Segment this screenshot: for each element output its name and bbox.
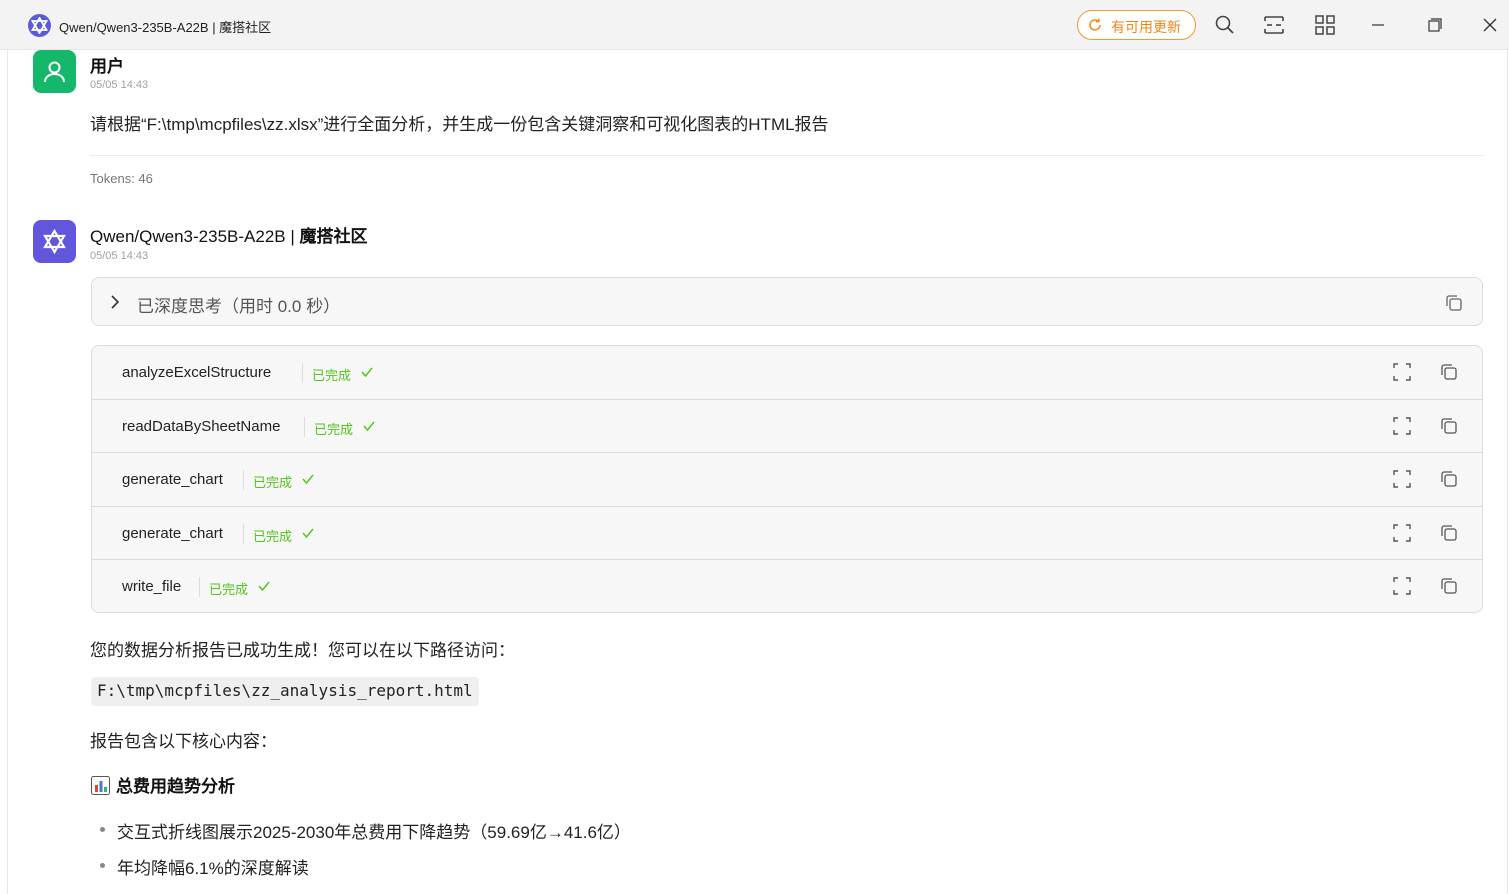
tool-call-row[interactable]: readDataBySheetName 已完成 [92, 400, 1482, 453]
close-icon[interactable] [1478, 13, 1502, 37]
layout-split-icon[interactable] [1263, 14, 1285, 36]
tool-name: write_file [122, 578, 182, 595]
tool-separator [302, 363, 303, 383]
user-message-time: 05/05 14:43 [90, 79, 149, 91]
copy-icon[interactable] [1439, 469, 1459, 489]
copy-icon[interactable] [1439, 523, 1459, 543]
bot-sender-name: Qwen/Qwen3-235B-A22B | 魔搭社区 [90, 222, 367, 247]
tool-separator [199, 577, 200, 597]
left-divider [7, 50, 8, 894]
tool-separator [243, 524, 244, 544]
user-sender-name: 用户 [90, 57, 124, 76]
answer-contents-label: 报告包含以下核心内容： [90, 732, 277, 751]
section-title: 总费用趋势分析 [116, 777, 235, 796]
answer-intro: 您的数据分析报告已成功生成！您可以在以下路径访问： [90, 641, 515, 660]
copy-icon[interactable] [1439, 362, 1459, 382]
message-divider [90, 155, 1484, 156]
app-logo-icon [28, 14, 51, 37]
copy-icon[interactable] [1439, 416, 1459, 436]
bullet-icon [100, 827, 105, 832]
copy-icon[interactable] [1444, 293, 1464, 313]
bot-org-name: 魔搭社区 [299, 227, 368, 246]
check-icon [302, 474, 314, 485]
tool-call-row[interactable]: analyzeExcelStructure 已完成 [92, 346, 1482, 400]
chevron-right-icon[interactable] [109, 294, 121, 310]
bot-model-name: Qwen/Qwen3-235B-A22B | [90, 227, 300, 246]
update-label: 有可用更新 [1111, 19, 1181, 35]
fullscreen-icon[interactable] [1392, 416, 1412, 436]
window-title: Qwen/Qwen3-235B-A22B | 魔搭社区 [59, 20, 272, 35]
thinking-label: 已深度思考（用时 0.0 秒） [137, 297, 341, 316]
tool-name: generate_chart [122, 525, 223, 542]
list-item: 交互式折线图展示2025-2030年总费用下降趋势（59.69亿→41.6亿） [117, 823, 631, 842]
title-bar: Qwen/Qwen3-235B-A22B | 魔搭社区 有可用更新 [0, 0, 1509, 50]
tool-status-label: 已完成 [209, 582, 249, 597]
thinking-panel[interactable]: 已深度思考（用时 0.0 秒） [91, 277, 1483, 326]
tool-separator [243, 470, 244, 490]
update-available-button[interactable]: 有可用更新 [1077, 10, 1196, 40]
tool-call-row[interactable]: generate_chart 已完成 [92, 507, 1482, 560]
report-path-code[interactable]: F:\tmp\mcpfiles\zz_analysis_report.html [91, 677, 479, 706]
qwen-avatar-icon [33, 220, 76, 263]
search-icon[interactable] [1214, 14, 1236, 36]
check-icon [302, 528, 314, 539]
tool-name: generate_chart [122, 471, 223, 488]
tool-call-row[interactable]: generate_chart 已完成 [92, 453, 1482, 507]
check-icon [363, 421, 375, 432]
bar-chart-icon [91, 776, 110, 795]
fullscreen-icon[interactable] [1392, 576, 1412, 596]
fullscreen-icon[interactable] [1392, 362, 1412, 382]
token-count: Tokens: 46 [90, 171, 153, 186]
tool-status-label: 已完成 [253, 529, 293, 544]
tool-status-label: 已完成 [253, 475, 293, 490]
tool-status-label: 已完成 [312, 368, 352, 383]
user-message-text: 请根据“F:\tmp\mcpfiles\zz.xlsx”进行全面分析，并生成一份… [90, 115, 829, 134]
bot-message-time: 05/05 14:43 [90, 250, 149, 262]
tool-status-label: 已完成 [314, 422, 354, 437]
tool-name: analyzeExcelStructure [122, 364, 272, 381]
list-item: 年均降幅6.1%的深度解读 [117, 859, 309, 878]
tool-call-row[interactable]: write_file 已完成 [92, 560, 1482, 612]
tool-calls-panel: analyzeExcelStructure 已完成 readDataBySheetN… [91, 345, 1483, 613]
user-avatar-icon [33, 50, 76, 93]
copy-icon[interactable] [1439, 576, 1459, 596]
tool-name: readDataBySheetName [122, 418, 281, 435]
fullscreen-icon[interactable] [1392, 469, 1412, 489]
bullet-icon [100, 863, 105, 868]
refresh-icon [1089, 18, 1101, 31]
minimize-icon[interactable] [1366, 13, 1390, 37]
check-icon [258, 581, 270, 592]
section-heading: 总费用趋势分析 [91, 772, 235, 797]
check-icon [361, 367, 373, 378]
tool-separator [304, 417, 305, 437]
grid-icon[interactable] [1314, 14, 1336, 36]
maximize-icon[interactable] [1422, 13, 1446, 37]
fullscreen-icon[interactable] [1392, 523, 1412, 543]
scrollbar-track[interactable] [1507, 50, 1508, 894]
